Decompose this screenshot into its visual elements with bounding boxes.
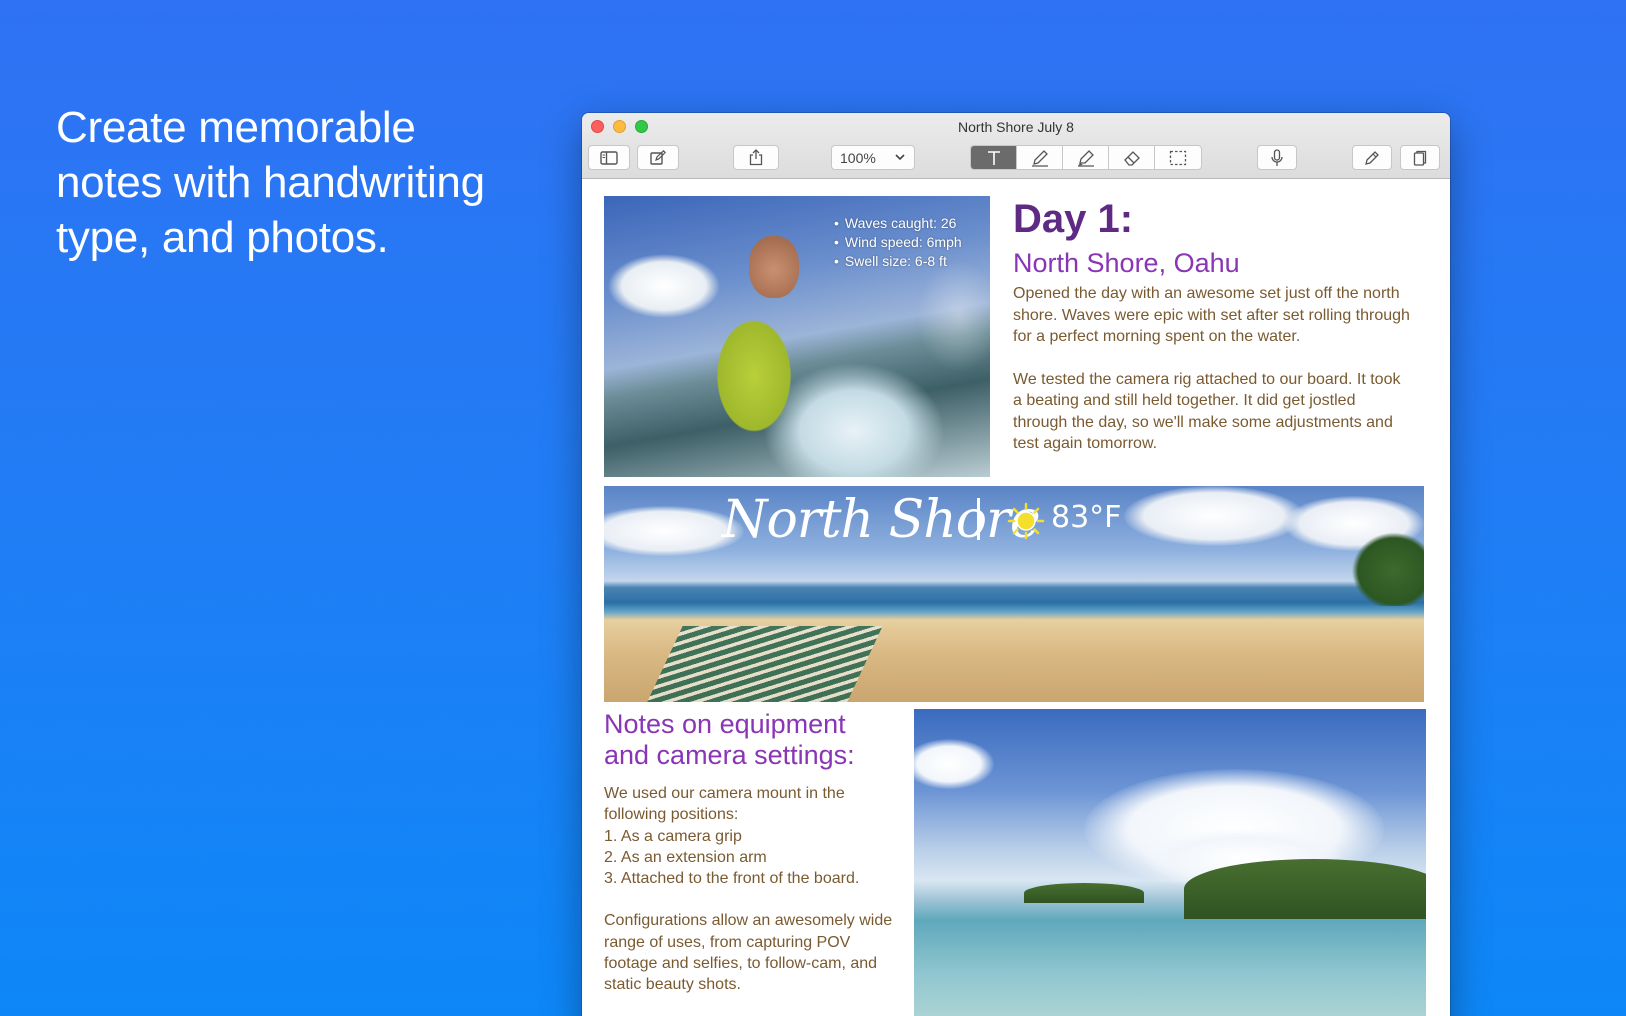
list-item: 3. Attached to the front of the board. bbox=[604, 870, 860, 888]
window-titlebar: North Shore July 8 100% bbox=[582, 113, 1450, 179]
notes-outro: Configurations allow an awesomely wide r… bbox=[604, 912, 893, 994]
eraser-icon bbox=[1123, 150, 1140, 166]
record-audio-button[interactable] bbox=[1257, 145, 1297, 170]
pen-settings-button[interactable] bbox=[1352, 145, 1392, 170]
note-canvas[interactable]: Waves caught: 26 Wind speed: 6mph Swell … bbox=[582, 179, 1450, 1016]
cloud-shape bbox=[1124, 486, 1304, 546]
island-hill bbox=[1184, 859, 1426, 919]
handwriting-annotation: North Shore bbox=[722, 490, 1041, 550]
surfer-figure bbox=[674, 276, 824, 476]
cloud-shape bbox=[914, 739, 994, 789]
equipment-notes-text[interactable]: We used our camera mount in the followin… bbox=[604, 783, 894, 996]
selection-icon bbox=[1169, 150, 1187, 165]
stat-item: Wind speed: 6mph bbox=[834, 233, 962, 252]
sun-icon bbox=[1007, 502, 1045, 540]
tagline-line: type, and photos. bbox=[56, 213, 389, 262]
pen-tool-button[interactable] bbox=[1017, 146, 1063, 169]
note-subheading: North Shore, Oahu bbox=[1013, 248, 1240, 278]
tagline-line: Create memorable bbox=[56, 103, 416, 152]
app-window: North Shore July 8 100% • Waves caught: … bbox=[582, 113, 1450, 1016]
stat-item: Swell size: 6-8 ft bbox=[834, 252, 962, 271]
marketing-tagline: Create memorable notes with handwriting … bbox=[56, 100, 516, 265]
beach-chairs bbox=[645, 626, 883, 702]
note-paragraph: Opened the day with an awesome set just … bbox=[1013, 285, 1410, 345]
day-summary-text[interactable]: Day 1: North Shore, Oahu Opened the day … bbox=[1013, 195, 1413, 455]
handwriting-divider bbox=[977, 498, 980, 540]
selection-tool-button[interactable] bbox=[1155, 146, 1201, 169]
pen-icon bbox=[1031, 149, 1048, 167]
page-view-button[interactable] bbox=[1400, 145, 1440, 170]
zoom-value: 100% bbox=[840, 149, 876, 166]
new-note-button[interactable] bbox=[637, 145, 679, 170]
pages-icon bbox=[1413, 150, 1427, 166]
equipment-notes-heading: Notes on equipment and camera settings: bbox=[604, 709, 855, 770]
drawing-tools-segmented bbox=[970, 145, 1202, 170]
bay-photo[interactable] bbox=[914, 709, 1426, 1016]
zoom-select[interactable]: 100% bbox=[831, 145, 915, 170]
beach-panorama-photo[interactable]: North Shore 83°F bbox=[604, 486, 1424, 702]
surfer-photo[interactable]: Waves caught: 26 Wind speed: 6mph Swell … bbox=[604, 196, 990, 477]
note-paragraph: We tested the camera rig attached to our… bbox=[1013, 370, 1401, 453]
highlighter-icon bbox=[1077, 149, 1094, 167]
microphone-icon bbox=[1271, 148, 1283, 166]
positions-list: 1. As a camera grip 2. As an extension a… bbox=[604, 826, 894, 890]
tagline-line: notes with handwriting bbox=[56, 158, 485, 207]
list-item: 1. As a camera grip bbox=[604, 827, 742, 845]
list-item: 2. As an extension arm bbox=[604, 848, 767, 866]
surfer-head bbox=[749, 236, 799, 298]
sidebar-icon bbox=[600, 150, 618, 165]
notes-intro: We used our camera mount in the followin… bbox=[604, 785, 845, 824]
island-hill bbox=[1024, 883, 1144, 903]
highlighter-tool-button[interactable] bbox=[1063, 146, 1109, 169]
stat-item: Waves caught: 26 bbox=[834, 214, 962, 233]
sidebar-toggle-button[interactable] bbox=[588, 145, 630, 170]
share-button[interactable] bbox=[733, 145, 779, 170]
share-icon bbox=[749, 149, 763, 166]
compose-icon bbox=[650, 149, 666, 165]
eraser-tool-button[interactable] bbox=[1109, 146, 1155, 169]
note-heading: Day 1: bbox=[1013, 197, 1134, 241]
temperature-annotation: 83°F bbox=[1051, 500, 1122, 535]
chevron-down-icon bbox=[895, 154, 905, 161]
text-tool-icon bbox=[987, 150, 1000, 165]
text-tool-button[interactable] bbox=[971, 146, 1017, 169]
window-title: North Shore July 8 bbox=[958, 119, 1074, 135]
photo-stats-list: Waves caught: 26 Wind speed: 6mph Swell … bbox=[834, 214, 962, 271]
palm-trees bbox=[1314, 486, 1424, 606]
pen-settings-icon bbox=[1365, 150, 1379, 165]
